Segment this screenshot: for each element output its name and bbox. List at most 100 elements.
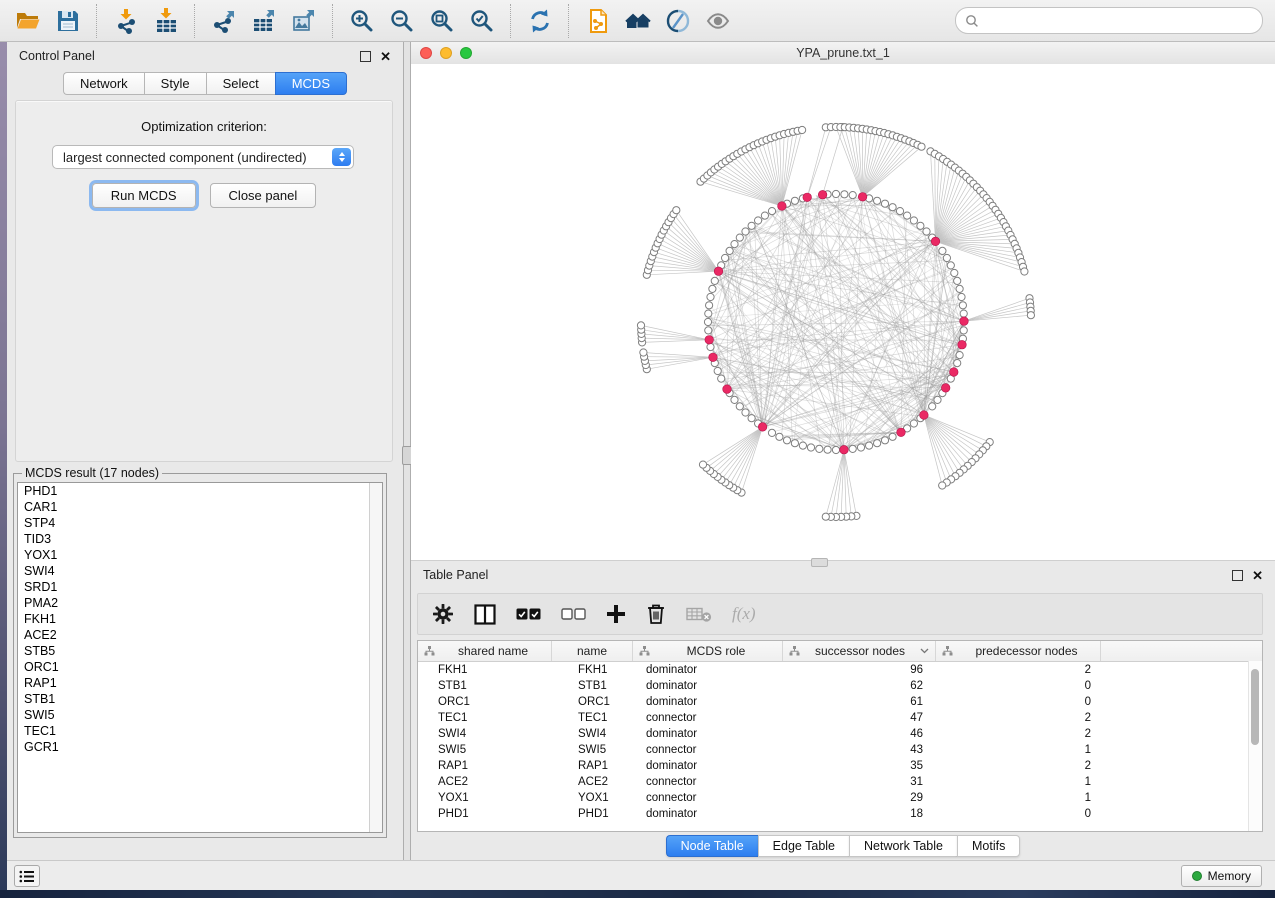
mcds-result-item[interactable]: PMA2 [18,595,382,611]
vertical-splitter[interactable] [403,42,411,860]
zoom-fit-button[interactable] [425,3,459,39]
cell-shared-name: STB1 [418,680,552,692]
run-mcds-button[interactable]: Run MCDS [92,183,196,208]
delete-table-icon [686,606,712,622]
horizontal-splitter-grip[interactable] [811,558,828,567]
table-scrollbar[interactable] [1248,661,1262,831]
tab-select[interactable]: Select [206,72,275,95]
cell-name: YOX1 [552,792,633,804]
column-header-successor-nodes[interactable]: successor nodes [783,641,936,661]
delete-columns-button[interactable] [646,601,666,627]
share-document-button[interactable] [581,3,615,39]
optimization-select[interactable]: largest connected component (undirected) [52,145,354,169]
table-row[interactable]: STB1STB1dominator620 [418,678,1262,694]
mcds-result-item[interactable]: TEC1 [18,723,382,739]
mcds-result-item[interactable]: CAR1 [18,499,382,515]
mcds-result-item[interactable]: GCR1 [18,739,382,755]
maximize-window-icon[interactable] [460,47,472,59]
network-canvas[interactable] [411,64,1275,561]
table-row[interactable]: RAP1RAP1dominator352 [418,758,1262,774]
float-panel-icon[interactable] [360,51,371,62]
mcds-result-item[interactable]: TID3 [18,531,382,547]
export-network-button[interactable] [207,3,241,39]
tab-network-table[interactable]: Network Table [849,835,957,857]
close-table-panel-icon[interactable]: ✕ [1252,569,1263,582]
network-graph[interactable] [411,64,1275,561]
table-settings-button[interactable] [432,601,454,627]
table-scrollbar-thumb[interactable] [1251,669,1259,745]
mcds-result-item[interactable]: RAP1 [18,675,382,691]
tab-edge-table[interactable]: Edge Table [758,835,849,857]
table-row[interactable]: TEC1TEC1connector472 [418,710,1262,726]
task-history-button[interactable] [14,865,40,887]
close-window-icon[interactable] [420,47,432,59]
mcds-result-item[interactable]: STB1 [18,691,382,707]
import-table-button[interactable] [149,3,183,39]
table-row[interactable]: PHD1PHD1dominator180 [418,806,1262,822]
mcds-result-list[interactable]: PHD1CAR1STP4TID3YOX1SWI4SRD1PMA2FKH1ACE2… [17,482,383,833]
open-file-button[interactable] [11,3,45,39]
export-table-button[interactable] [247,3,281,39]
toggle-visual-properties-button[interactable] [661,3,695,39]
export-image-button[interactable] [287,3,321,39]
mcds-result-item[interactable]: FKH1 [18,611,382,627]
close-panel-icon[interactable]: ✕ [380,50,391,63]
mcds-result-item[interactable]: SWI5 [18,707,382,723]
desktop-edge-bottom [0,890,1275,898]
select-all-columns-button[interactable] [516,601,541,627]
table-row[interactable]: YOX1YOX1connector291 [418,790,1262,806]
mcds-result-item[interactable]: PHD1 [18,483,382,499]
mcds-result-item[interactable]: STB5 [18,643,382,659]
add-column-button[interactable] [606,601,626,627]
tab-node-table[interactable]: Node Table [666,835,758,857]
mcds-result-item[interactable]: STP4 [18,515,382,531]
mcds-result-item[interactable]: SRD1 [18,579,382,595]
table-row[interactable]: ORC1ORC1dominator610 [418,694,1262,710]
cell-successor-nodes: 96 [783,664,936,676]
zoom-in-button[interactable] [345,3,379,39]
deselect-all-columns-button[interactable] [561,601,586,627]
mcds-result-item[interactable]: ORC1 [18,659,382,675]
mcds-result-item[interactable]: ACE2 [18,627,382,643]
float-table-panel-icon[interactable] [1232,570,1243,581]
preview-eye-button[interactable] [701,3,735,39]
table-row[interactable]: SWI5SWI5connector431 [418,742,1262,758]
tab-network[interactable]: Network [63,72,144,95]
mcds-result-item[interactable]: YOX1 [18,547,382,563]
save-session-button[interactable] [51,3,85,39]
hierarchy-icon [424,646,435,656]
table-row[interactable]: SWI4SWI4dominator462 [418,726,1262,742]
close-panel-button[interactable]: Close panel [210,183,317,208]
home-button[interactable] [621,3,655,39]
split-columns-button[interactable] [474,601,496,627]
column-header-shared-name[interactable]: shared name [418,641,552,661]
optimization-label: Optimization criterion: [16,119,392,134]
mcds-list-scrollbar[interactable] [369,483,382,832]
import-network-button[interactable] [109,3,143,39]
network-titlebar[interactable]: YPA_prune.txt_1 [411,42,1275,65]
cell-shared-name: RAP1 [418,760,552,772]
optimization-value: largest connected component (undirected) [63,150,307,165]
memory-button[interactable]: Memory [1181,865,1262,887]
sort-chevron-icon[interactable] [920,648,929,654]
cell-predecessor-nodes: 2 [936,664,1101,676]
minimize-window-icon[interactable] [440,47,452,59]
zoom-selected-button[interactable] [465,3,499,39]
zoom-in-icon [349,8,375,34]
mcds-result-item[interactable]: SWI4 [18,563,382,579]
table-toolbar: f(x) [417,593,1263,635]
column-header-predecessor-nodes[interactable]: predecessor nodes [936,641,1101,661]
table-row[interactable]: FKH1FKH1dominator962 [418,662,1262,678]
export-network-icon [211,8,237,34]
tab-motifs[interactable]: Motifs [957,835,1020,857]
toggle-visual-icon [665,8,691,34]
column-header-mcds-role[interactable]: MCDS role [633,641,783,661]
table-row[interactable]: ACE2ACE2connector311 [418,774,1262,790]
column-header-name[interactable]: name [552,641,633,661]
tab-mcds[interactable]: MCDS [275,72,347,95]
search-input[interactable] [985,13,1253,29]
node-table[interactable]: shared namenameMCDS rolesuccessor nodesp… [417,640,1263,832]
refresh-button[interactable] [523,3,557,39]
zoom-out-button[interactable] [385,3,419,39]
tab-style[interactable]: Style [144,72,206,95]
